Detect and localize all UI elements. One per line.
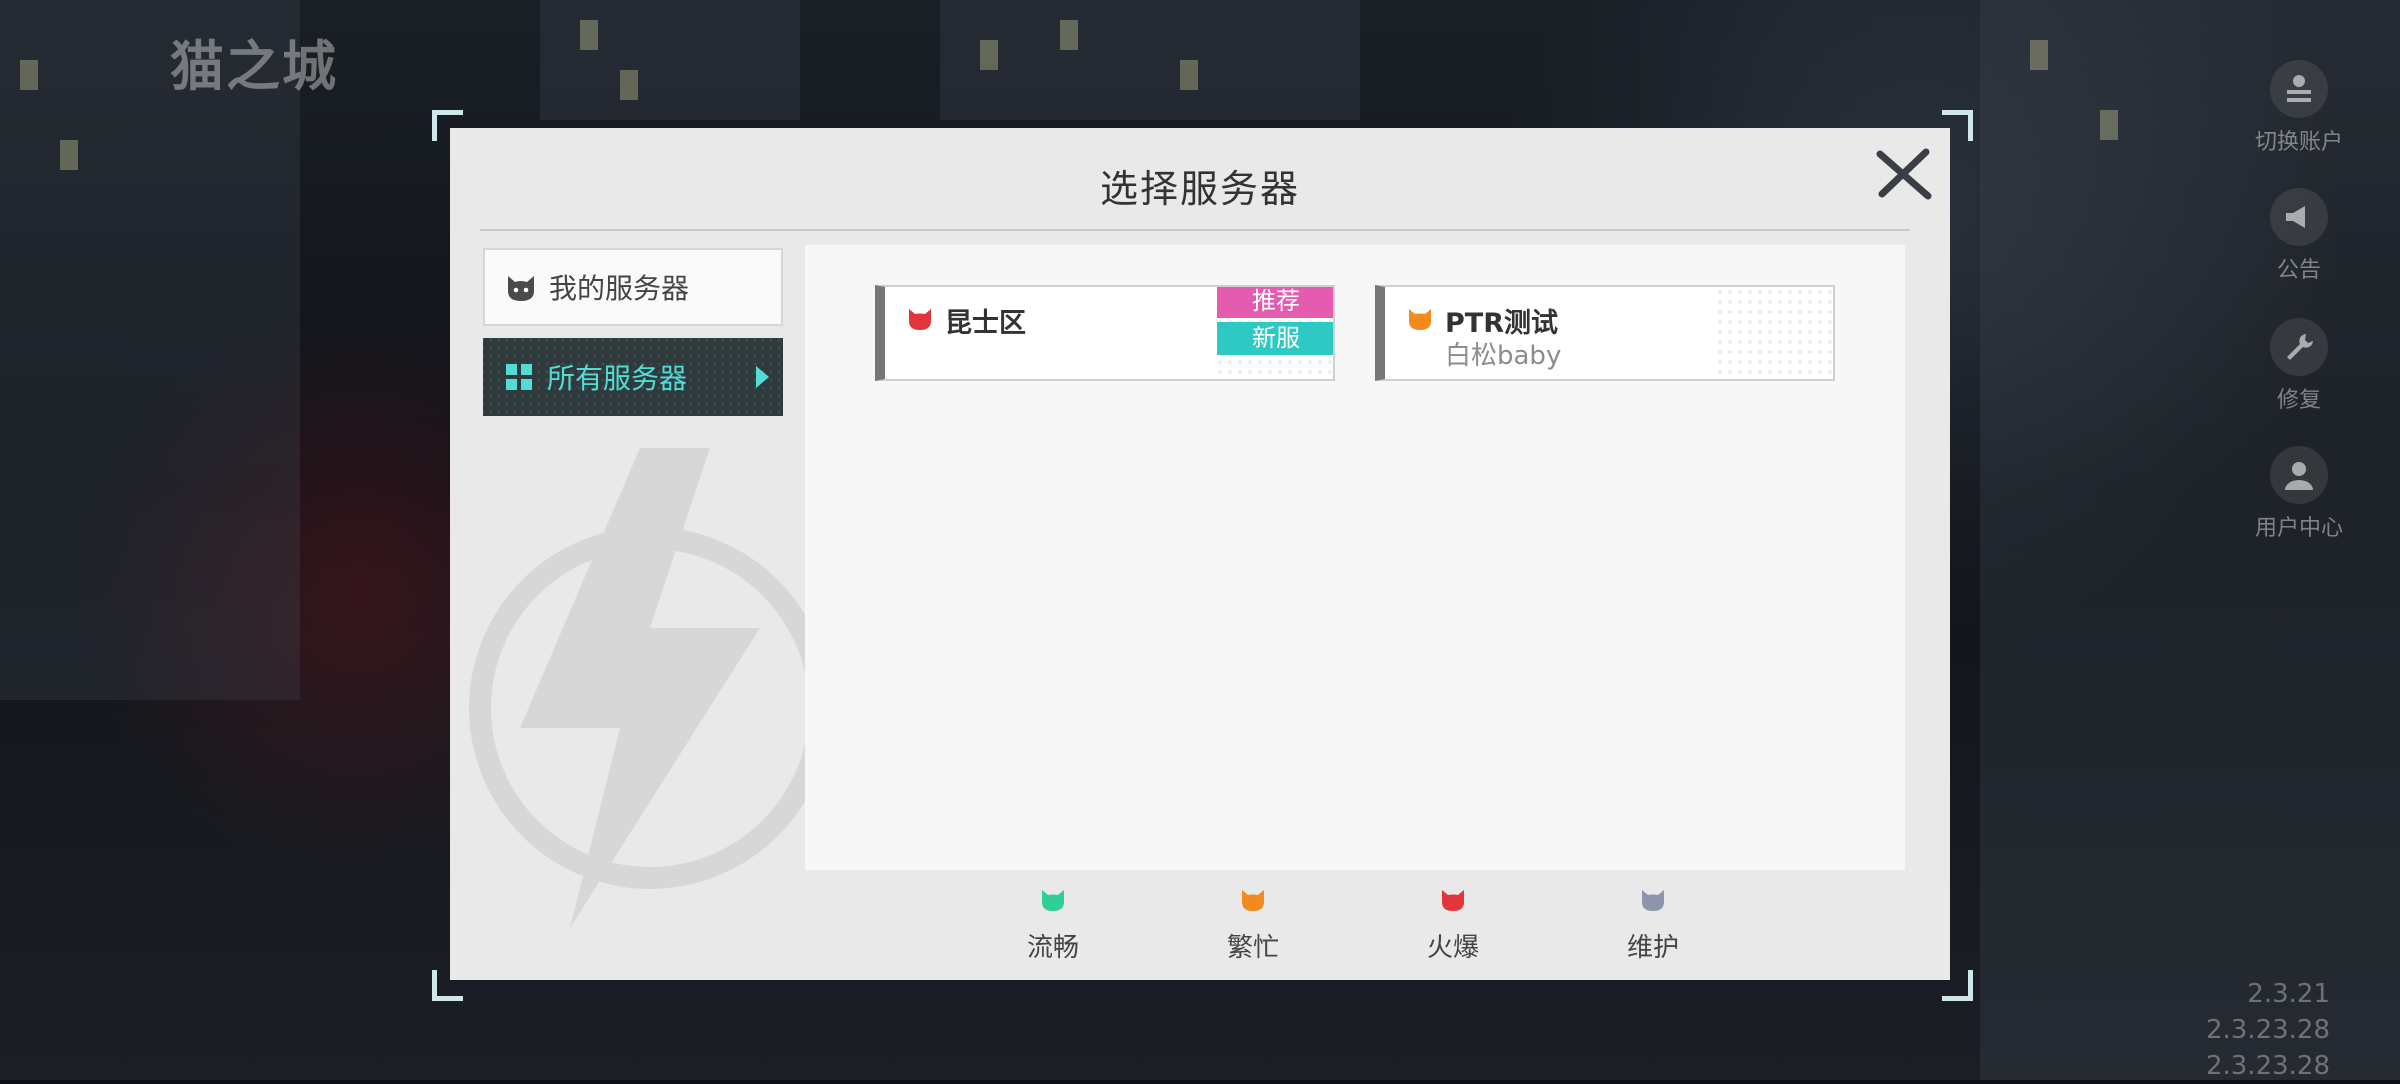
tab-label: 所有服务器 [547, 362, 688, 395]
background-building [0, 0, 300, 700]
tab-all-servers[interactable]: 所有服务器 [483, 338, 783, 416]
server-owner: 白松baby [1445, 341, 1562, 371]
repair-button[interactable]: 修复 [2234, 318, 2364, 414]
switch-account-button[interactable]: 切换账户 [2234, 60, 2364, 156]
background-window [2100, 110, 2118, 140]
legend-label: 流畅 [1026, 933, 1079, 963]
background-building [940, 0, 1360, 120]
title-divider [480, 229, 1910, 231]
server-name: 昆士区 [945, 308, 1026, 339]
server-card-kunshi[interactable]: 昆士区 推荐 新服 [875, 285, 1335, 381]
cat-icon [505, 271, 537, 303]
tab-label: 我的服务器 [549, 272, 690, 305]
server-select-dialog: 选择服务器 我的服务器 所有服务器 昆士区 推荐 新服 PTR测试 白松baby… [450, 128, 1950, 980]
legend-smooth: 流畅 [998, 888, 1108, 964]
wrench-icon [2270, 318, 2328, 376]
background-window [20, 60, 38, 90]
background-window [2030, 40, 2048, 70]
version-text: 2.3.23.28 [2205, 1051, 2330, 1081]
version-text: 2.3.21 [2247, 979, 2330, 1009]
game-logo: 猫之城 [170, 35, 338, 98]
announcement-label: 公告 [2276, 258, 2321, 283]
background-window [1060, 20, 1078, 50]
switch-account-icon [2270, 60, 2328, 118]
card-notch [1375, 325, 1383, 339]
announcement-button[interactable]: 公告 [2234, 188, 2364, 284]
version-list: 2.3.21 2.3.23.28 2.3.23.28 [2206, 976, 2330, 1084]
background-window [980, 40, 998, 70]
legend-maintenance: 维护 [1598, 888, 1708, 964]
card-background [885, 287, 1215, 379]
legend-label: 繁忙 [1226, 933, 1279, 963]
background-building [540, 0, 800, 120]
tab-arrow-icon [756, 366, 769, 388]
card-notch [875, 325, 883, 339]
tab-my-servers[interactable]: 我的服务器 [483, 248, 783, 326]
version-text: 2.3.23.28 [2205, 1015, 2330, 1045]
status-cat-icon [1442, 890, 1464, 911]
new-server-badge: 新服 [1217, 322, 1333, 355]
legend-busy: 繁忙 [1198, 888, 1308, 964]
background-window [1180, 60, 1198, 90]
background-window [580, 20, 598, 50]
status-cat-icon [909, 309, 931, 330]
background-window [60, 140, 78, 170]
megaphone-icon [2270, 188, 2328, 246]
legend-hot: 火爆 [1398, 888, 1508, 964]
recommended-badge: 推荐 [1217, 287, 1333, 318]
dialog-title: 选择服务器 [1099, 167, 1300, 211]
status-cat-icon [1642, 890, 1664, 911]
legend-label: 火爆 [1426, 933, 1479, 963]
legend-label: 维护 [1626, 933, 1679, 963]
repair-label: 修复 [2276, 388, 2321, 413]
close-button[interactable] [1874, 144, 1934, 204]
user-center-button[interactable]: 用户中心 [2234, 446, 2364, 542]
status-cat-icon [1409, 309, 1431, 330]
server-card-ptr[interactable]: PTR测试 白松baby [1375, 285, 1835, 381]
status-cat-icon [1042, 890, 1064, 911]
switch-account-label: 切换账户 [2254, 130, 2343, 155]
storm-watermark-icon [469, 448, 820, 928]
status-cat-icon [1242, 890, 1264, 911]
user-center-label: 用户中心 [2254, 516, 2343, 541]
close-icon [1876, 148, 1932, 200]
server-list-panel: 昆士区 推荐 新服 PTR测试 白松baby [805, 245, 1905, 870]
user-icon [2270, 446, 2328, 504]
background-window [620, 70, 638, 100]
grid-icon [503, 361, 535, 393]
